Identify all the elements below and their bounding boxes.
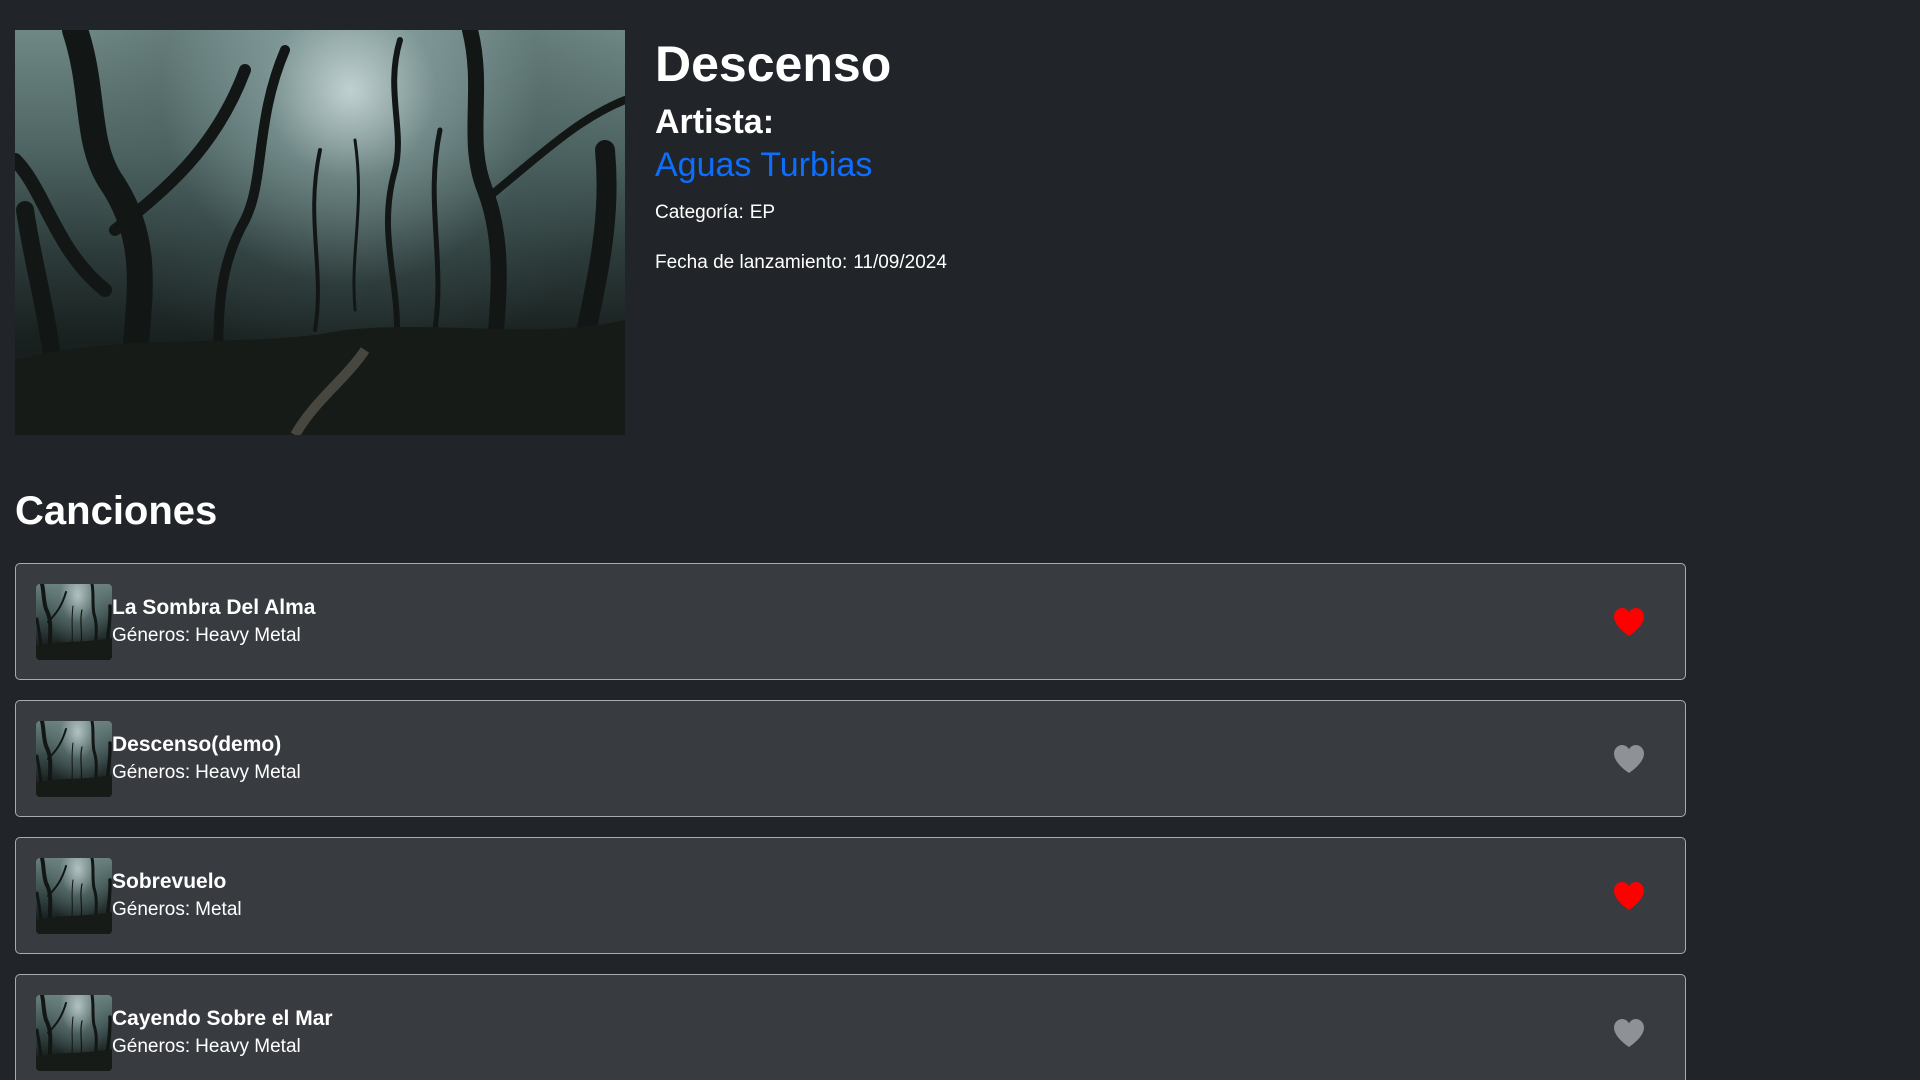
song-genre-label: Géneros: xyxy=(112,624,191,646)
song-card[interactable]: La Sombra Del Alma Géneros: Heavy Metal xyxy=(15,563,1686,680)
album-info: Descenso Artista: Aguas Turbias Categorí… xyxy=(655,30,947,276)
song-genre-value: Heavy Metal xyxy=(195,761,301,783)
song-title: La Sombra Del Alma xyxy=(112,595,316,619)
song-text: La Sombra Del Alma Géneros: Heavy Metal xyxy=(112,594,315,650)
release-date-line: Fecha de lanzamiento: 11/09/2024 xyxy=(655,250,947,276)
album-title: Descenso xyxy=(655,36,892,92)
songs-heading: Canciones xyxy=(15,489,218,533)
song-card[interactable]: Cayendo Sobre el Mar Géneros: Heavy Metal xyxy=(15,974,1686,1080)
heart-icon[interactable] xyxy=(1613,607,1645,637)
song-genre-label: Géneros: xyxy=(112,1035,191,1057)
song-text: Descenso(demo) Géneros: Heavy Metal xyxy=(112,731,301,787)
song-thumbnail xyxy=(36,857,112,934)
heart-icon[interactable] xyxy=(1613,881,1645,911)
album-header: Descenso Artista: Aguas Turbias Categorí… xyxy=(15,30,947,435)
song-genre-label: Géneros: xyxy=(112,898,191,920)
release-date-label: Fecha de lanzamiento: xyxy=(655,252,848,273)
song-title: Sobrevuelo xyxy=(112,869,227,893)
category-line: Categoría: EP xyxy=(655,200,947,226)
song-genre-value: Heavy Metal xyxy=(195,624,301,646)
song-genre-value: Heavy Metal xyxy=(195,1035,301,1057)
artist-label: Artista: xyxy=(655,103,775,141)
song-genre-line: Géneros: Heavy Metal xyxy=(112,759,301,787)
song-thumbnail xyxy=(36,583,112,660)
heart-icon[interactable] xyxy=(1613,744,1645,774)
song-genre-line: Géneros: Heavy Metal xyxy=(112,1033,333,1061)
heart-icon[interactable] xyxy=(1613,1018,1645,1048)
song-title: Descenso(demo) xyxy=(112,732,282,756)
song-text: Cayendo Sobre el Mar Géneros: Heavy Metal xyxy=(112,1005,333,1061)
song-genre-line: Géneros: Metal xyxy=(112,896,242,924)
artist-link[interactable]: Aguas Turbias xyxy=(655,144,947,186)
album-page: Descenso Artista: Aguas Turbias Categorí… xyxy=(0,0,1920,1080)
song-card[interactable]: Descenso(demo) Géneros: Heavy Metal xyxy=(15,700,1686,817)
song-title: Cayendo Sobre el Mar xyxy=(112,1006,333,1030)
song-thumbnail xyxy=(36,720,112,797)
song-genre-line: Géneros: Heavy Metal xyxy=(112,622,315,650)
song-card[interactable]: Sobrevuelo Géneros: Metal xyxy=(15,837,1686,954)
song-list: La Sombra Del Alma Géneros:Heavy Metal xyxy=(15,563,1686,1080)
release-date-value: 11/09/2024 xyxy=(853,252,947,273)
song-text: Sobrevuelo Géneros: Metal xyxy=(112,868,242,924)
song-genre-label: Géneros: xyxy=(112,761,191,783)
category-label: Categoría: xyxy=(655,202,744,223)
category-value: EP xyxy=(749,202,776,223)
album-cover-image xyxy=(15,30,625,435)
song-thumbnail xyxy=(36,994,112,1071)
song-genre-value: Metal xyxy=(195,898,242,920)
